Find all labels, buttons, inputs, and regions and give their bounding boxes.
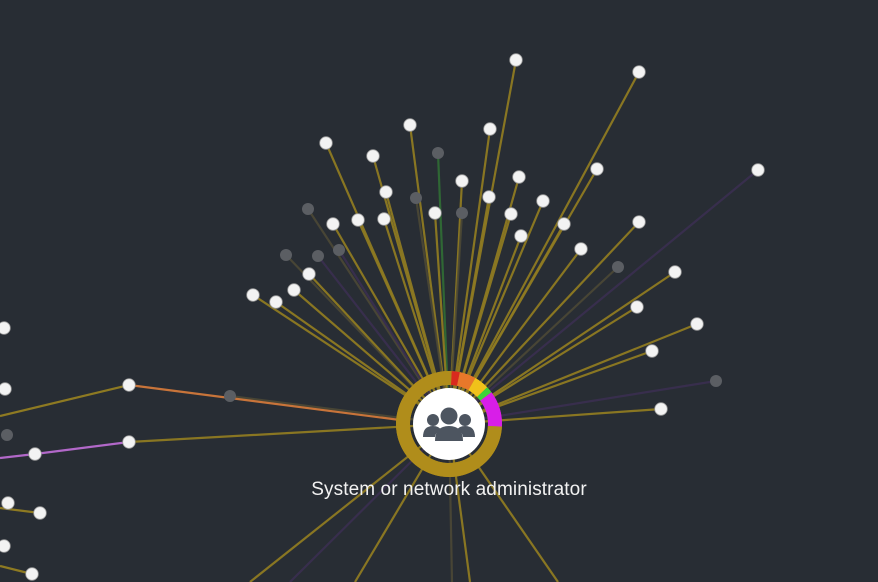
graph-node[interactable] [351,213,365,227]
graph-node[interactable] [379,185,393,199]
network-graph-view[interactable]: System or network administrator [0,0,878,582]
graph-node[interactable] [0,539,11,553]
graph-node[interactable] [33,506,47,520]
graph-node[interactable] [557,217,571,231]
graph-node[interactable] [512,170,526,184]
graph-node[interactable] [590,162,604,176]
hub-ring-segment [477,387,492,401]
edge-layer [0,59,759,582]
graph-node[interactable] [428,206,442,220]
graph-node[interactable] [319,136,333,150]
graph-node[interactable] [630,300,644,314]
graph-node-dimmed[interactable] [333,244,345,256]
graph-node[interactable] [0,382,12,396]
graph-node-dimmed[interactable] [432,147,444,159]
graph-node[interactable] [514,229,528,243]
hub-ring-segment [450,371,460,386]
edge-line [0,383,130,418]
hub-node[interactable] [396,371,502,477]
graph-node[interactable] [482,190,496,204]
graph-node[interactable] [246,288,260,302]
graph-node[interactable] [509,53,523,67]
graph-node[interactable] [536,194,550,208]
graph-node[interactable] [0,321,11,335]
graph-node[interactable] [28,447,42,461]
graph-node-dimmed[interactable] [312,250,324,262]
graph-node[interactable] [366,149,380,163]
graph-node[interactable] [287,283,301,297]
graph-node[interactable] [122,378,136,392]
graph-node[interactable] [25,567,39,581]
graph-node[interactable] [654,402,668,416]
edge-line [448,71,640,425]
graph-node[interactable] [455,174,469,188]
graph-node[interactable] [1,496,15,510]
graph-node[interactable] [751,163,765,177]
graph-node[interactable] [403,118,417,132]
graph-node[interactable] [645,344,659,358]
edge-line [448,169,759,425]
edge-line [249,423,450,582]
graph-node-dimmed[interactable] [456,207,468,219]
graph-node-dimmed[interactable] [224,390,236,402]
edge-line [447,200,545,425]
graph-node-dimmed[interactable] [612,261,624,273]
graph-node[interactable] [632,215,646,229]
edge-line [128,383,401,422]
graph-node-dimmed[interactable] [280,249,292,261]
hub-label: System or network administrator [311,479,587,500]
graph-node[interactable] [632,65,646,79]
graph-node[interactable] [269,295,283,309]
graph-node[interactable] [326,217,340,231]
graph-node[interactable] [122,435,136,449]
graph-node[interactable] [574,242,588,256]
graph-node[interactable] [690,317,704,331]
hub-ring-segment [468,378,488,398]
graph-node[interactable] [483,122,497,136]
graph-node[interactable] [668,265,682,279]
graph-node[interactable] [377,212,391,226]
graph-node-dimmed[interactable] [410,192,422,204]
graph-node-dimmed[interactable] [302,203,314,215]
graph-node-dimmed[interactable] [1,429,13,441]
graph-node-dimmed[interactable] [710,375,722,387]
graph-node[interactable] [302,267,316,281]
graph-node[interactable] [504,207,518,221]
edge-line [34,440,130,456]
hub-ring-segment [456,372,476,391]
